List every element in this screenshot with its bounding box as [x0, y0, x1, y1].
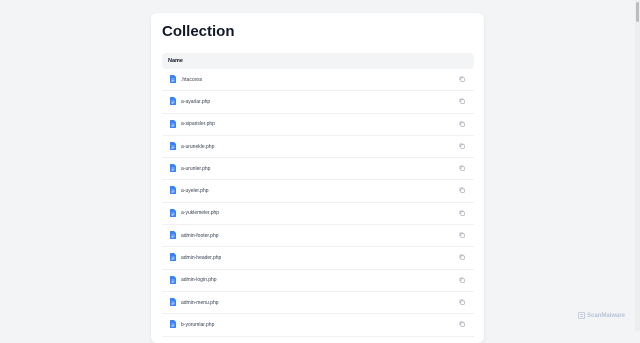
table-row[interactable]: a-yuklemeler.php: [162, 203, 474, 226]
table-header: Name: [162, 53, 474, 69]
table-row[interactable]: admin-login.php: [162, 270, 474, 292]
table-body: .htaccess a-ayarlar.php a-siparisler.php a-…: [162, 69, 474, 337]
column-header-name: Name: [168, 58, 183, 64]
copy-icon[interactable]: [459, 187, 465, 194]
file-name[interactable]: a-siparisler.php: [181, 121, 215, 127]
file-text-icon: [170, 320, 176, 329]
copy-icon[interactable]: [459, 321, 465, 327]
table-row[interactable]: admin-footer.php: [162, 225, 474, 248]
file-name[interactable]: a-urunekle.php: [181, 144, 214, 150]
brand-watermark: ScanMalware: [578, 312, 625, 319]
file-name[interactable]: .htaccess: [181, 77, 202, 83]
file-name[interactable]: admin-header.php: [181, 255, 221, 261]
copy-icon[interactable]: [459, 121, 465, 127]
copy-icon[interactable]: [459, 254, 465, 261]
copy-icon[interactable]: [459, 98, 465, 104]
collection-card: Collection Name .htaccess a-ayarlar.php a-…: [151, 13, 484, 343]
table-row[interactable]: a-urunekle.php: [162, 136, 474, 159]
file-text-icon: [170, 164, 176, 173]
page-title: Collection: [162, 23, 235, 40]
file-text-icon: [170, 275, 176, 284]
table-row[interactable]: a-siparisler.php: [162, 114, 474, 136]
file-name[interactable]: a-urunler.php: [181, 166, 210, 172]
file-text-icon: [170, 97, 176, 106]
table-row[interactable]: admin-menu.php: [162, 292, 474, 315]
file-name[interactable]: a-yuklemeler.php: [181, 210, 219, 216]
copy-icon[interactable]: [459, 143, 465, 149]
file-name[interactable]: a-uyeler.php: [181, 188, 209, 194]
table-row[interactable]: .htaccess: [162, 69, 474, 92]
file-text-icon: [170, 297, 176, 306]
file-text-icon: [170, 186, 176, 195]
file-text-icon: [170, 253, 176, 262]
file-name[interactable]: admin-footer.php: [181, 233, 219, 239]
copy-icon[interactable]: [459, 76, 465, 82]
copy-icon[interactable]: [459, 299, 465, 305]
file-text-icon: [170, 208, 176, 217]
file-text-icon: [170, 141, 176, 150]
table-row[interactable]: a-urunler.php: [162, 158, 474, 181]
table-row[interactable]: a-ayarlar.php: [162, 91, 474, 114]
copy-icon[interactable]: [459, 210, 465, 216]
copy-icon[interactable]: [459, 232, 465, 238]
file-text-icon: [170, 231, 176, 240]
file-name[interactable]: admin-menu.php: [181, 300, 219, 306]
table-row[interactable]: admin-header.php: [162, 247, 474, 270]
brand-name: ScanMalware: [587, 312, 626, 319]
table-row[interactable]: b-yorumlar.php: [162, 314, 474, 337]
file-name[interactable]: admin-login.php: [181, 277, 217, 283]
file-name[interactable]: a-ayarlar.php: [181, 99, 210, 105]
table-row[interactable]: a-uyeler.php: [162, 180, 474, 203]
file-text-icon: [170, 75, 176, 83]
copy-icon[interactable]: [459, 277, 465, 283]
copy-icon[interactable]: [459, 165, 465, 171]
file-name[interactable]: b-yorumlar.php: [181, 322, 214, 328]
scanmalware-logo-icon: [578, 312, 585, 319]
scrollbar[interactable]: [635, 0, 640, 331]
files-table: Name .htaccess a-ayarlar.php a-siparisler.…: [162, 53, 474, 337]
scrollbar-thumb[interactable]: [636, 2, 639, 22]
file-text-icon: [170, 119, 176, 128]
